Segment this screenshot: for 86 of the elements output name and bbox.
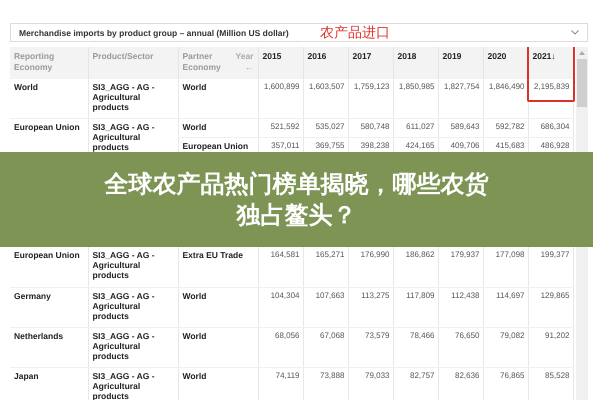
table-cell: European Union xyxy=(14,122,80,132)
table-cell: 73,579 xyxy=(365,330,390,340)
column-header[interactable]: 2017 xyxy=(352,51,372,61)
table-cell: 112,438 xyxy=(451,290,480,300)
table-cell: 179,937 xyxy=(450,250,480,259)
table-cell: 114,697 xyxy=(496,290,524,300)
table-cell: European Union xyxy=(182,140,248,150)
table-cell: SI3_AGG - AG - Agricultural products xyxy=(92,122,155,152)
table-cell: SI3_AGG - AG - Agricultural products xyxy=(92,330,155,360)
table-cell: 415,683 xyxy=(496,140,524,150)
column-header[interactable]: 2021↓ xyxy=(532,51,556,61)
table-cell: 611,027 xyxy=(406,122,434,130)
table-cell: 177,098 xyxy=(496,250,524,259)
column-header[interactable]: 2020 xyxy=(488,51,506,61)
table-cell: 589,643 xyxy=(450,122,480,130)
table-cell: 1,846,490 xyxy=(488,82,524,91)
column-header: Product/Sector xyxy=(88,47,178,79)
banner-title: 独占鳌头？ xyxy=(236,200,356,230)
table-cell: 117,809 xyxy=(406,290,434,300)
table-cell: 76,650 xyxy=(455,330,480,340)
table-cell: 686,304 xyxy=(540,122,570,130)
table-cell: SI3_AGG - AG - Agricultural products xyxy=(92,370,155,400)
table-cell: 91,202 xyxy=(545,330,570,340)
table-cell: 67,068 xyxy=(320,330,344,340)
table-cell: 104,304 xyxy=(270,290,300,300)
column-header[interactable]: 2016 xyxy=(308,51,326,61)
column-header[interactable]: 2015 xyxy=(262,51,282,61)
table-cell: 186,862 xyxy=(406,250,434,259)
table-cell: 1,600,899 xyxy=(264,82,300,91)
table-cell: Netherlands xyxy=(14,330,64,340)
table-cell: 79,033 xyxy=(365,370,390,380)
table-cell: 176,990 xyxy=(360,250,390,259)
table-cell: 409,706 xyxy=(450,140,480,150)
table-cell: 592,782 xyxy=(496,122,524,130)
table-cell: World xyxy=(182,290,206,300)
banner-title: 全球农产品热门榜单揭晓，哪些农货 xyxy=(104,170,488,200)
scrollbar-thumb[interactable] xyxy=(576,59,586,107)
table-cell: 74,119 xyxy=(276,370,300,380)
table-cell: Germany xyxy=(14,290,51,300)
scroll-up-icon[interactable] xyxy=(578,51,584,55)
column-header[interactable]: 2019 xyxy=(442,51,462,61)
table-cell: World xyxy=(182,370,206,380)
table-cell: World xyxy=(14,82,38,92)
table-cell: 76,865 xyxy=(500,370,524,380)
table-cell: 113,275 xyxy=(361,290,390,300)
annotation-label: 农产品进口 xyxy=(320,24,390,41)
scrollbar-track[interactable] xyxy=(576,247,588,400)
table-cell: 486,928 xyxy=(540,140,570,150)
table-cell: SI3_AGG - AG - Agricultural products xyxy=(92,290,155,320)
table-cell: World xyxy=(182,122,206,132)
table-cell: 68,056 xyxy=(275,330,300,340)
table-cell: 2,195,839 xyxy=(534,82,570,91)
table-cell: European Union xyxy=(14,250,80,260)
table-cell: 398,238 xyxy=(360,140,390,150)
table-cell: SI3_AGG - AG - Agricultural products xyxy=(92,250,155,280)
table-cell: 1,827,754 xyxy=(444,82,480,91)
table-cell: 1,850,985 xyxy=(398,82,434,91)
table-cell: 82,636 xyxy=(455,370,480,380)
column-header: Reporting Economy xyxy=(10,47,88,79)
table-cell: 1,759,123 xyxy=(354,82,390,91)
table-cell: 129,865 xyxy=(540,290,570,300)
chevron-down-icon xyxy=(571,30,579,35)
table-cell: World xyxy=(182,82,206,92)
table-cell: 521,592 xyxy=(270,122,300,130)
table-cell: 1,603,507 xyxy=(308,82,344,91)
table-cell: 199,377 xyxy=(540,250,570,259)
table-cell: 369,755 xyxy=(316,140,344,150)
table-cell: 535,027 xyxy=(316,122,344,130)
table-cell: Extra EU Trade xyxy=(182,250,243,260)
table-cell: Japan xyxy=(14,370,39,380)
scrollbar[interactable] xyxy=(576,47,588,152)
table-cell: 164,581 xyxy=(270,250,300,259)
column-header[interactable]: 2018 xyxy=(398,51,416,61)
table-cell: SI3_AGG - AG - Agricultural products xyxy=(92,82,155,112)
table-cell: 107,663 xyxy=(316,290,344,300)
table-cell: 424,165 xyxy=(406,140,434,150)
column-header: Partner Economy xyxy=(182,51,222,73)
table-cell: 78,466 xyxy=(410,330,434,340)
table-cell: 165,271 xyxy=(316,250,344,259)
table-cell: 73,888 xyxy=(320,370,344,380)
table-cell: World xyxy=(182,330,206,340)
table-cell: 82,757 xyxy=(410,370,434,380)
table-cell: 85,528 xyxy=(545,370,570,380)
table-cell: 580,748 xyxy=(360,122,390,130)
table-cell: 79,082 xyxy=(500,330,524,340)
table-cell: 357,011 xyxy=(271,140,300,150)
